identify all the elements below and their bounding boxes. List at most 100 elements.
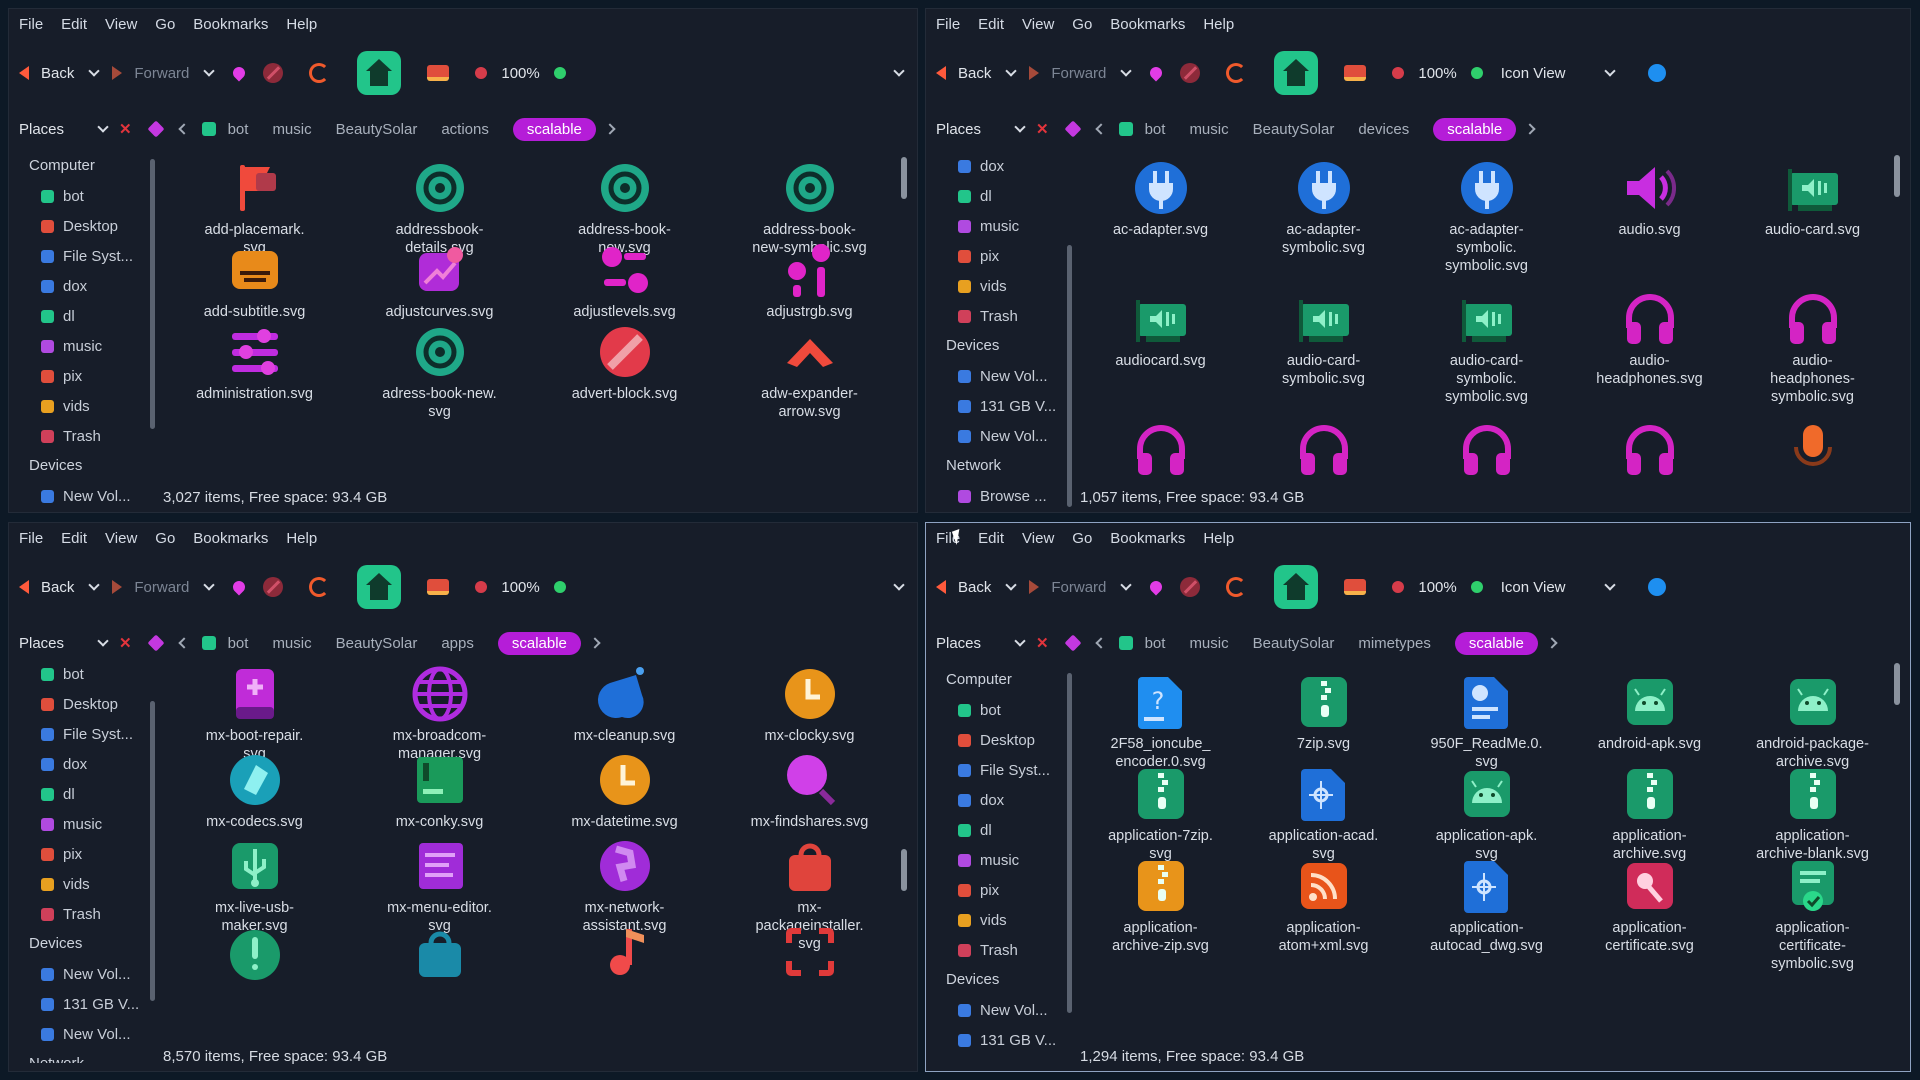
path-right-icon[interactable]	[589, 637, 601, 649]
back-history-chevron-icon[interactable]	[88, 65, 101, 77]
file-item[interactable]: mx-menu-editor. svg	[347, 829, 532, 934]
file-item[interactable]	[1405, 413, 1568, 478]
menu-help[interactable]: Help	[286, 530, 317, 547]
menu-go[interactable]: Go	[1072, 530, 1092, 547]
sidebar-item[interactable]: pix	[926, 875, 1066, 905]
places-selector[interactable]: Places	[19, 121, 99, 138]
sidebar-item[interactable]: File Syst...	[9, 241, 149, 271]
zoom-out-icon[interactable]	[475, 67, 488, 79]
crumb-scalable[interactable]: scalable	[1433, 117, 1517, 141]
menu-help[interactable]: Help	[1203, 16, 1234, 33]
file-item[interactable]: mx-boot-repair. svg	[162, 657, 347, 762]
file-item[interactable]: mx-broadcom- manager.svg	[347, 657, 532, 762]
content-scrollbar[interactable]	[901, 849, 907, 891]
menu-file[interactable]: File	[936, 16, 960, 33]
sidebar-item[interactable]: dl	[9, 301, 149, 331]
places-chevron-icon[interactable]	[97, 635, 109, 647]
content-scrollbar[interactable]	[1894, 155, 1900, 197]
sidebar-item[interactable]: New Vol...	[9, 481, 149, 504]
sidebar-item[interactable]: music	[9, 809, 149, 839]
file-item[interactable]	[1242, 413, 1405, 478]
path-right-icon[interactable]	[1524, 123, 1536, 135]
computer-icon[interactable]	[427, 65, 450, 81]
sidebar-scrollbar[interactable]	[150, 701, 155, 1001]
computer-icon[interactable]	[427, 579, 450, 595]
close-sidebar-icon[interactable]: ✕	[119, 120, 132, 138]
home-icon[interactable]	[1274, 565, 1319, 609]
menu-view[interactable]: View	[105, 16, 137, 33]
file-item[interactable]: audio-card- symbolic.svg	[1242, 282, 1405, 413]
stop-icon[interactable]	[263, 577, 284, 597]
file-item[interactable]: application- archive.svg	[1568, 757, 1731, 862]
file-item[interactable]: application- certificate.svg	[1568, 849, 1731, 954]
file-item[interactable]: audiocard.svg	[1079, 282, 1242, 413]
forward-history-chevron-icon[interactable]	[1120, 65, 1133, 77]
menu-file[interactable]: File	[19, 16, 43, 33]
file-item[interactable]: adw-expander- arrow.svg	[717, 315, 902, 420]
crumb-music[interactable]: music	[1189, 121, 1228, 138]
menu-go[interactable]: Go	[1072, 16, 1092, 33]
forward-button[interactable]: Forward	[1029, 579, 1106, 596]
zoom-in-icon[interactable]	[1470, 581, 1483, 593]
edit-path-icon[interactable]	[1064, 120, 1082, 138]
crumb-scalable[interactable]: scalable	[512, 117, 596, 141]
file-item[interactable]: application-7zip. svg	[1079, 757, 1242, 862]
sidebar-item[interactable]: File Syst...	[9, 719, 149, 749]
places-selector[interactable]: Places	[19, 635, 99, 652]
file-item[interactable]: 7zip.svg	[1242, 665, 1405, 757]
back-history-chevron-icon[interactable]	[88, 579, 101, 591]
stop-icon[interactable]	[263, 63, 284, 83]
edit-path-icon[interactable]	[147, 634, 165, 652]
file-item[interactable]: ac-adapter- symbolic. symbolic.svg	[1405, 151, 1568, 282]
file-item[interactable]: audio- headphones- symbolic.svg	[1731, 282, 1894, 413]
computer-icon[interactable]	[1344, 65, 1367, 81]
sidebar-item[interactable]: pix	[9, 839, 149, 869]
sidebar-item[interactable]: dl	[9, 779, 149, 809]
content-scrollbar[interactable]	[901, 157, 907, 199]
file-item[interactable]: add-subtitle.svg	[162, 233, 347, 320]
search-icon[interactable]	[1647, 64, 1666, 82]
crumb-scalable[interactable]: scalable	[1454, 631, 1538, 655]
file-item[interactable]: mx-live-usb- maker.svg	[162, 829, 347, 934]
file-item[interactable]: ac-adapter.svg	[1079, 151, 1242, 282]
zoom-in-icon[interactable]	[553, 581, 566, 593]
sidebar-item[interactable]: dl	[926, 181, 1066, 211]
file-item[interactable]: administration.svg	[162, 315, 347, 402]
home-icon[interactable]	[1274, 51, 1319, 95]
content-scrollbar[interactable]	[1894, 663, 1900, 705]
sidebar-item[interactable]: 131 GB V...	[9, 989, 149, 1019]
crumb-mimetypes[interactable]: mimetypes	[1358, 635, 1431, 652]
file-item[interactable]: address-book- new.svg	[532, 151, 717, 256]
file-item[interactable]: audio-card.svg	[1731, 151, 1894, 282]
toolbar-overflow-chevron-icon[interactable]	[893, 579, 905, 591]
file-item[interactable]: android-apk.svg	[1568, 665, 1731, 757]
crumb-music[interactable]: music	[272, 635, 311, 652]
file-item[interactable]: application- certificate- symbolic.svg	[1731, 849, 1894, 972]
menu-edit[interactable]: Edit	[978, 16, 1004, 33]
forward-button[interactable]: Forward	[112, 65, 189, 82]
file-item[interactable]	[1079, 413, 1242, 478]
file-item[interactable]: adjustcurves.svg	[347, 233, 532, 320]
zoom-in-icon[interactable]	[553, 67, 566, 79]
reload-icon[interactable]	[309, 577, 330, 597]
sidebar-item[interactable]: Trash	[9, 421, 149, 451]
sidebar-item[interactable]: New Vol...	[926, 421, 1066, 451]
file-item[interactable]: address-book- new-symbolic.svg	[717, 151, 902, 256]
path-left-icon[interactable]	[1094, 637, 1107, 649]
sidebar-item[interactable]: dox	[926, 785, 1066, 815]
home-icon[interactable]	[357, 565, 402, 609]
path-left-icon[interactable]	[177, 123, 190, 135]
file-item[interactable]	[532, 915, 717, 1001]
sidebar-item[interactable]: bot	[926, 695, 1066, 725]
menu-go[interactable]: Go	[155, 16, 175, 33]
crumb-actions[interactable]: actions	[441, 121, 489, 138]
sidebar-scrollbar[interactable]	[1067, 673, 1072, 1013]
file-item[interactable]: android-package- archive.svg	[1731, 665, 1894, 770]
file-item[interactable]: application- autocad_dwg.svg	[1405, 849, 1568, 954]
menu-go[interactable]: Go	[155, 530, 175, 547]
file-item[interactable]: mx-datetime.svg	[532, 743, 717, 830]
file-item[interactable]: mx-codecs.svg	[162, 743, 347, 830]
search-icon[interactable]	[1647, 578, 1666, 596]
back-button[interactable]: Back	[19, 579, 74, 596]
file-item[interactable]: ? 2F58_ioncube_ encoder.0.svg	[1079, 665, 1242, 770]
